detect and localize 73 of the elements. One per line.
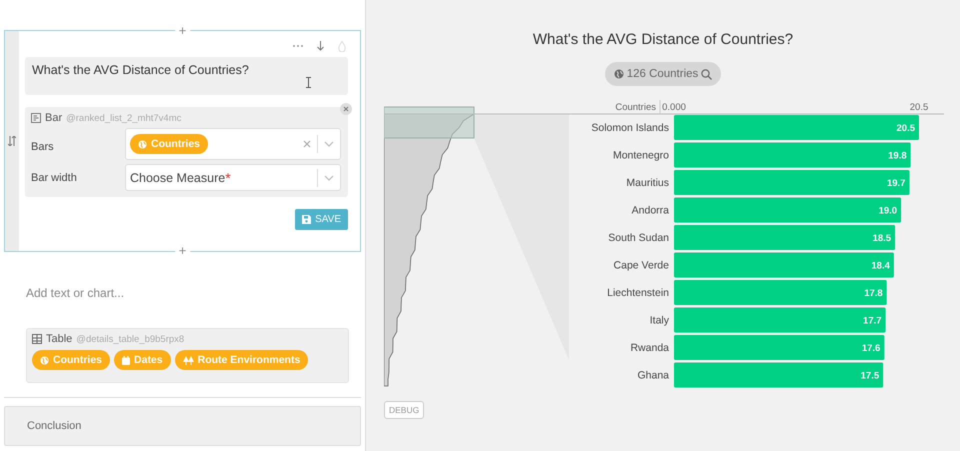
- bar[interactable]: [674, 335, 884, 360]
- selection-window[interactable]: [384, 106, 474, 138]
- bar[interactable]: [674, 252, 894, 278]
- trees-icon: [182, 356, 194, 364]
- dimension-chip[interactable]: Countries: [130, 134, 208, 154]
- sort-icon[interactable]: [8, 136, 16, 146]
- text-cursor-icon: [306, 77, 311, 88]
- category-label: Ghana: [637, 370, 669, 382]
- bar-value: 18.4: [871, 260, 890, 272]
- measure-select[interactable]: Choose Measure*: [125, 164, 341, 191]
- block-id: @details_table_b9b5rpx8: [76, 334, 184, 344]
- category-label: Montenegro: [612, 150, 669, 162]
- clear-icon[interactable]: [303, 140, 311, 148]
- search-icon: [701, 68, 712, 80]
- block-id: @ranked_list_2_mht7v4mc: [66, 112, 182, 124]
- block-type: Table: [46, 333, 72, 345]
- bar-value: 17.8: [864, 288, 883, 299]
- calendar-icon: [122, 356, 130, 364]
- field-label: Bars: [31, 141, 55, 155]
- bars-select[interactable]: Countries: [125, 128, 341, 160]
- block-type: Bar: [45, 112, 62, 124]
- category-label: Italy: [650, 314, 669, 326]
- bar[interactable]: [674, 198, 902, 222]
- bar[interactable]: [674, 225, 896, 250]
- globe-icon: [138, 140, 147, 148]
- filter-pill[interactable]: 126 Countries: [604, 62, 722, 86]
- category-label: Mauritius: [626, 177, 669, 189]
- required-mark: *: [225, 170, 231, 186]
- chart-title: What's the AVG Distance of Countries?: [532, 31, 794, 48]
- bar-value: 18.5: [872, 233, 892, 244]
- category-label: Liechtenstein: [607, 287, 669, 299]
- debug-button[interactable]: DEBUG: [384, 401, 424, 419]
- bar-value: 19.8: [888, 150, 907, 162]
- bar[interactable]: [674, 362, 884, 388]
- save-button[interactable]: SAVE: [295, 209, 348, 230]
- chart-type-icon: [31, 113, 41, 123]
- column-header: Countries: [615, 102, 656, 113]
- category-label: Andorra: [632, 204, 669, 216]
- bar-value: 19.0: [878, 206, 898, 216]
- axis-tick: 20.5: [910, 102, 928, 113]
- bar-value: 17.7: [863, 316, 882, 326]
- floppy-icon: [302, 215, 312, 224]
- drop-icon[interactable]: [338, 40, 346, 52]
- bar[interactable]: [674, 115, 919, 140]
- select-placeholder: Choose Measure: [130, 170, 226, 184]
- plus-icon[interactable]: +: [174, 26, 190, 36]
- chevron-down-icon[interactable]: [324, 141, 334, 147]
- axis-tick: 0.000: [662, 102, 686, 113]
- plus-icon[interactable]: +: [174, 246, 190, 256]
- category-label: South Sudan: [608, 232, 669, 244]
- dimension-chip[interactable]: Dates: [114, 350, 171, 370]
- globe-icon: [40, 356, 49, 364]
- conclusion-section[interactable]: Conclusion: [4, 406, 361, 446]
- chevron-down-icon[interactable]: [324, 174, 334, 180]
- bar-value: 19.7: [886, 178, 906, 189]
- category-label: Solomon Islands: [591, 122, 669, 134]
- globe-icon: [614, 69, 624, 79]
- dimension-chip[interactable]: Countries: [32, 350, 110, 370]
- bar[interactable]: [674, 142, 911, 168]
- bar-value: 17.6: [862, 343, 880, 354]
- bar-value: 20.5: [896, 123, 915, 134]
- bar[interactable]: [674, 308, 886, 332]
- arrow-down-icon[interactable]: [317, 41, 324, 51]
- bar[interactable]: [674, 280, 887, 305]
- close-icon[interactable]: [340, 103, 352, 115]
- category-label: Cape Verde: [614, 260, 669, 272]
- question-field[interactable]: What's the AVG Distance of Countries?: [25, 57, 348, 95]
- bar-value: 17.5: [860, 370, 880, 382]
- table-icon: [32, 334, 42, 344]
- category-label: Rwanda: [630, 342, 669, 354]
- field-label: Bar width: [31, 172, 78, 186]
- bar[interactable]: [674, 170, 910, 195]
- dimension-chip[interactable]: Route Environments: [174, 350, 308, 370]
